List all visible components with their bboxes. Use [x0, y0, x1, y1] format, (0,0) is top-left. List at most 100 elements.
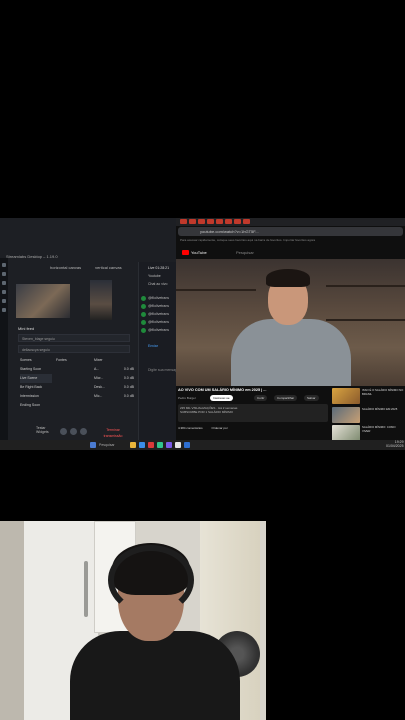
vertical-preview[interactable]	[90, 280, 112, 320]
search-input[interactable]: Pesquisar	[236, 250, 254, 255]
share-button[interactable]: Compartilhar	[274, 395, 298, 401]
scene-item[interactable]: Be Right Back	[20, 383, 52, 392]
chat-panel: Live 01:28:21 Youtube Chat ao vivo @filo…	[138, 262, 185, 442]
sort-button[interactable]: Ordenar por	[212, 426, 228, 430]
comments-count: 4.384 comentários Ordenar por	[178, 426, 228, 430]
taskbar: Pesquisar	[0, 440, 405, 450]
save-button[interactable]: Salvar	[304, 395, 319, 401]
app-left-rail	[0, 258, 8, 446]
comments-label: 4.384 comentários	[178, 426, 203, 430]
apps-icon[interactable]	[2, 290, 6, 294]
mixer-value: 0.0 dB	[123, 376, 134, 380]
user-avatar-icon	[141, 320, 146, 325]
chat-message: @filolivetrans	[148, 320, 170, 324]
description-line: SUBSCRIBE POR 1 SALÁRIO MÍNIMO	[180, 410, 234, 414]
canvas-tabs: horizontal canvas vertical canvas	[50, 265, 122, 270]
sources-header: Fontes	[56, 358, 67, 362]
tab-horizontal-canvas[interactable]: horizontal canvas	[50, 265, 81, 270]
record-icon[interactable]	[60, 428, 67, 435]
live-timer: Live 01:28:21	[148, 266, 170, 270]
related-thumbnail[interactable]	[332, 388, 360, 404]
youtube-tab-icon[interactable]	[225, 219, 232, 224]
like-button[interactable]: Curtir	[254, 395, 268, 401]
themes-icon[interactable]	[2, 281, 6, 285]
feed-row[interactable]: Steven_blage seguiu	[18, 334, 130, 342]
feed-row[interactable]: dellaoscya seguiu	[18, 345, 130, 353]
video-player[interactable]	[176, 259, 405, 386]
related-title[interactable]: ISSO É O SALÁRIO MÍNIMO NO BRASIL	[362, 388, 404, 396]
mixer-value: 0.0 dB	[123, 385, 134, 389]
end-stream-label-2: transmissão	[103, 434, 123, 438]
chat-input[interactable]: Chat ao vivo	[148, 282, 179, 286]
end-stream-button[interactable]: Terminar transmissão	[100, 427, 126, 439]
word-icon[interactable]	[184, 442, 190, 448]
related-title[interactable]: SALÁRIO MÍNIMO: COMO VIVER	[362, 425, 404, 433]
browser-tab-strip	[176, 218, 405, 226]
related-title[interactable]: SALÁRIO MÍNIMO EM 2025	[362, 407, 404, 412]
scene-item[interactable]: Starting Soon	[20, 365, 52, 374]
settings-icon[interactable]	[2, 308, 6, 312]
headphones	[108, 545, 194, 615]
mixer-label: A...	[94, 367, 100, 371]
scenes-panel: Scenes Starting Soon Live Scene Be Right…	[20, 356, 52, 410]
mixer-value: 0.0 dB	[123, 367, 134, 371]
horizontal-preview[interactable]	[16, 284, 70, 318]
youtube-tab-icon[interactable]	[207, 219, 214, 224]
replay-icon[interactable]	[70, 428, 77, 435]
video-description[interactable]: 235 MIL VISUALIZAÇÕES · Há 2 semanas SUB…	[178, 404, 328, 422]
chat-tab-youtube[interactable]: Youtube	[148, 274, 179, 278]
scene-item[interactable]: Ending Soon	[20, 401, 52, 410]
youtube-tab-icon[interactable]	[198, 219, 205, 224]
scenes-header: Scenes	[20, 358, 32, 362]
tab-vertical-canvas[interactable]: vertical canvas	[95, 265, 121, 270]
related-thumbnail[interactable]	[332, 407, 360, 423]
youtube-tab-icon[interactable]	[189, 219, 196, 224]
subscribe-button[interactable]: Inscrever-se	[210, 395, 233, 401]
user-avatar-icon	[141, 304, 146, 309]
mixer-header: Mixer	[94, 358, 103, 362]
youtube-tab-icon[interactable]	[243, 219, 250, 224]
home-icon[interactable]	[2, 263, 6, 267]
feed-detail: seguiu	[39, 348, 50, 352]
chrome-icon[interactable]	[175, 442, 181, 448]
editor-icon[interactable]	[2, 272, 6, 276]
scene-item[interactable]: Intermission	[20, 392, 52, 401]
related-thumbnail[interactable]	[332, 425, 360, 441]
webcam-feed	[0, 521, 266, 720]
youtube-header: YouTube Pesquisar	[176, 248, 405, 258]
youtube-tab-icon[interactable]	[180, 219, 187, 224]
edge-icon[interactable]	[139, 442, 145, 448]
camera-icon[interactable]	[80, 428, 87, 435]
start-icon[interactable]	[90, 442, 96, 448]
youtube-taskbar-icon[interactable]	[148, 442, 154, 448]
presenter-hair	[266, 269, 310, 287]
youtube-tab-icon[interactable]	[216, 219, 223, 224]
user-avatar-icon	[141, 296, 146, 301]
mixer-label: Desk...	[94, 385, 105, 389]
youtube-tab-icon[interactable]	[234, 219, 241, 224]
shelf	[326, 285, 405, 287]
highlighter-icon[interactable]	[2, 299, 6, 303]
explorer-icon[interactable]	[130, 442, 136, 448]
mixer-channel: A... 0.0 dB	[94, 365, 134, 374]
discord-icon[interactable]	[166, 442, 172, 448]
feed-name: dellaoscya	[22, 348, 39, 352]
mixer-label: Micr...	[94, 376, 104, 380]
chat-message-field[interactable]: Digite sua mensagem...	[148, 368, 185, 372]
shelf	[326, 319, 405, 321]
channel-name[interactable]: Pedro Burger	[178, 396, 196, 400]
video-title: AO VIVO COM UM SALÁRIO MÍNIMO em 2025 | …	[178, 388, 267, 392]
scene-item-selected[interactable]: Live Scene	[20, 374, 52, 383]
chat-send-button[interactable]: Enviar	[148, 344, 179, 348]
address-bar[interactable]: youtube.com/watch?v=1hGT5F...	[178, 227, 403, 236]
clock-date: 01/04/2025	[386, 444, 404, 448]
mixer-panel: Mixer A... 0.0 dB Micr... 0.0 dB Desk...…	[94, 356, 134, 401]
chat-message: @filolivetrans	[148, 312, 170, 316]
user-avatar-icon	[141, 328, 146, 333]
user-avatar-icon	[141, 312, 146, 317]
youtube-logo-icon[interactable]	[182, 250, 189, 255]
streamlabs-icon[interactable]	[157, 442, 163, 448]
test-widgets-button[interactable]: Testar Widgets	[36, 426, 49, 434]
taskbar-clock[interactable]: 19:29 01/04/2025	[386, 440, 404, 448]
taskbar-search[interactable]: Pesquisar	[99, 443, 127, 447]
